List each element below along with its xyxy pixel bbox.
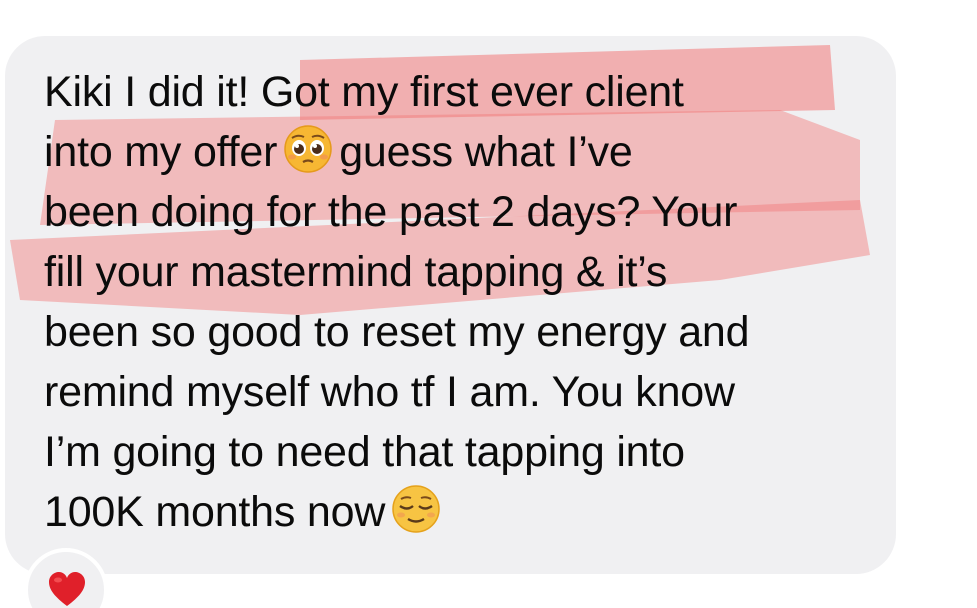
- red-heart-icon: [49, 572, 85, 606]
- message-line: Kiki I did it! Got my first ever client: [44, 68, 684, 116]
- message-line: been so good to reset my energy and: [44, 308, 750, 356]
- message-line: been doing for the past 2 days? Your: [44, 188, 738, 236]
- message-line: into my offer guess what I’ve: [44, 122, 884, 182]
- pleading-face-icon: [283, 124, 333, 174]
- message-line-part: into my offer: [44, 128, 278, 176]
- message-line: I’m going to need that tapping into: [44, 428, 685, 476]
- message-text: Kiki I did it! Got my first ever client …: [44, 62, 884, 542]
- message-screenshot: Kiki I did it! Got my first ever client …: [0, 0, 977, 608]
- message-line-part: 100K months now: [44, 488, 386, 536]
- message-line: 100K months now: [44, 482, 884, 542]
- relieved-face-icon: [391, 484, 441, 534]
- message-line: remind myself who tf I am. You know: [44, 368, 735, 416]
- message-line: fill your mastermind tapping & it’s: [44, 248, 668, 296]
- message-line-part: guess what I’ve: [339, 128, 633, 176]
